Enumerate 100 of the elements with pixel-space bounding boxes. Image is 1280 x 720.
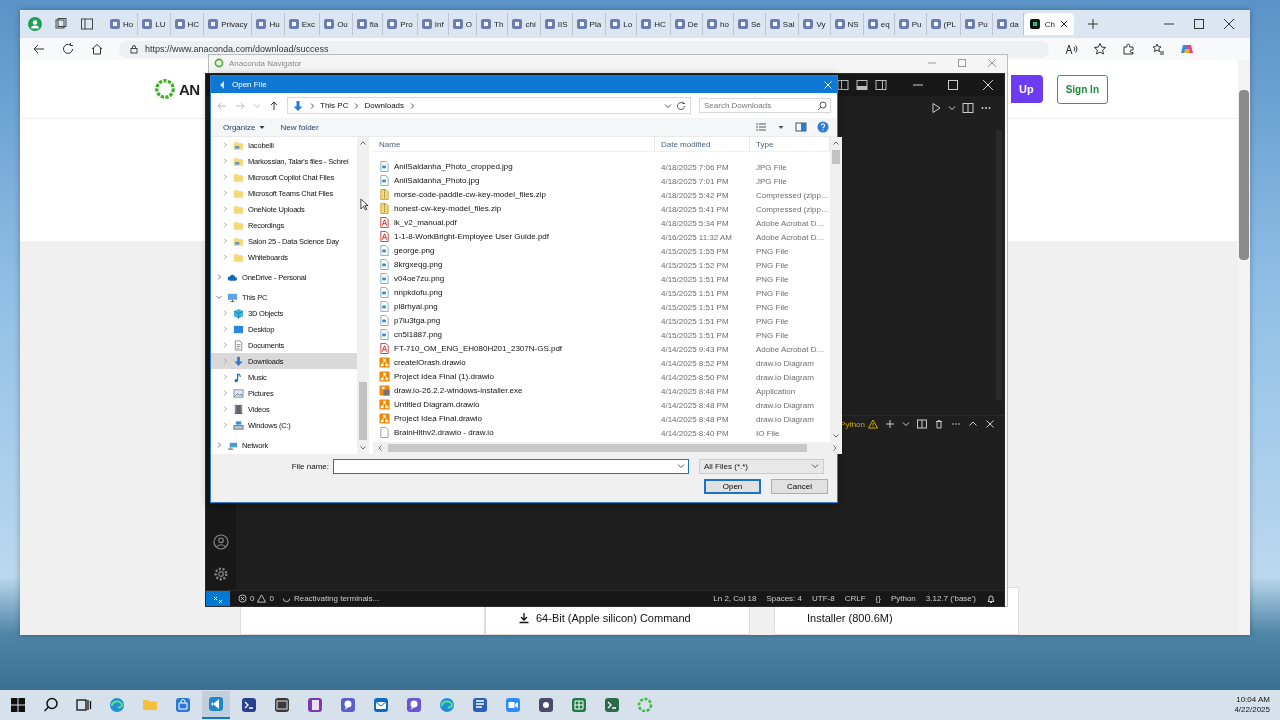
browser-tab[interactable]: Privacy <box>204 13 253 35</box>
sidebar-toggle-icon[interactable] <box>837 79 849 91</box>
file-name[interactable]: morse-code-paddle-cw-key-model_files.zip <box>379 188 547 200</box>
file-name[interactable]: george.png <box>379 244 435 256</box>
secondary-sidebar-icon[interactable] <box>875 79 887 91</box>
status-item[interactable]: Spaces: 4 <box>766 594 802 603</box>
status-item[interactable]: CRLF <box>844 594 866 603</box>
scroll-down-icon[interactable] <box>359 444 367 452</box>
scrollbar-thumb[interactable] <box>1239 90 1249 260</box>
clock-time[interactable]: 10:04 AM <box>1236 695 1270 705</box>
breadcrumb-chevron-icon[interactable] <box>352 101 361 110</box>
browser-tab[interactable]: Lo <box>606 13 638 35</box>
bell-icon[interactable] <box>986 593 996 604</box>
file-name-field[interactable] <box>333 458 689 474</box>
browser-tab[interactable]: NS <box>830 13 864 35</box>
preview-pane-icon[interactable] <box>795 121 807 133</box>
file-name[interactable]: p7lu3tga.png <box>379 314 441 326</box>
browser-tab[interactable]: chi <box>508 13 541 35</box>
browser-tab[interactable]: eq <box>863 13 895 35</box>
breadcrumb[interactable]: This PC <box>320 101 349 110</box>
browser-tab[interactable]: (PL <box>926 13 961 35</box>
clock-date[interactable]: 4/22/2025 <box>1234 705 1270 715</box>
browser-tab[interactable]: Sal <box>765 13 800 35</box>
file-name[interactable]: draw.io-26.2.2-windows-installer.exe <box>379 384 523 396</box>
scrollbar-thumb[interactable] <box>359 382 367 440</box>
status-item[interactable]: Python <box>890 594 916 603</box>
chevron-down-icon[interactable] <box>677 462 685 470</box>
status-item[interactable]: 3.12.7 ('base') <box>925 594 976 603</box>
up-arrow-icon[interactable] <box>269 100 279 111</box>
browser-tab[interactable]: Ch <box>1023 13 1075 35</box>
browser-tab[interactable]: IIS <box>540 13 573 35</box>
breadcrumb[interactable]: Downloads <box>364 101 405 110</box>
extensions-icon[interactable] <box>1122 42 1136 56</box>
column-header[interactable]: Date modified <box>655 137 750 151</box>
breadcrumb-chevron-icon[interactable] <box>408 101 417 110</box>
browser-tab[interactable]: Inf <box>417 13 449 35</box>
start-grid-icon[interactable] <box>10 697 26 713</box>
vertical-scrollbar[interactable] <box>357 137 369 454</box>
browser-tab[interactable]: Hu <box>252 13 285 35</box>
run-icon[interactable] <box>930 102 942 114</box>
favorite-star-icon[interactable] <box>1093 42 1107 56</box>
browser-tab[interactable]: Pro <box>383 13 418 35</box>
search-icon[interactable] <box>43 697 59 713</box>
status-item[interactable]: UTF-8 <box>812 594 835 603</box>
help-icon[interactable] <box>817 121 829 133</box>
browser-tab[interactable]: Ou <box>320 13 353 35</box>
back-arrow-icon[interactable] <box>32 42 46 56</box>
file-name[interactable]: Project Idea Final.drawio <box>379 412 483 424</box>
scroll-left-icon[interactable] <box>376 444 384 452</box>
file-name[interactable]: Untitled Diagram.drawio <box>379 398 480 410</box>
browser-tab[interactable]: Pu <box>961 13 993 35</box>
home-icon[interactable] <box>90 42 104 56</box>
taskbar-button[interactable] <box>202 691 230 719</box>
file-name[interactable]: createlOrash.drawio <box>379 356 466 368</box>
scroll-down-icon[interactable] <box>832 432 840 440</box>
browser-tab[interactable]: De <box>670 13 704 35</box>
file-name[interactable]: 8krgxeqg.png <box>379 258 443 270</box>
scrollbar-thumb[interactable] <box>388 444 807 452</box>
close-icon[interactable] <box>1222 17 1236 31</box>
open-button[interactable]: Open <box>704 479 761 494</box>
search-field[interactable]: Search Downloads <box>699 98 831 113</box>
refresh-icon[interactable] <box>61 42 75 56</box>
browser-tab[interactable]: HC <box>170 13 205 35</box>
path-bar[interactable]: This PC Downloads <box>287 97 691 114</box>
status-message[interactable]: Reactivating terminals... <box>281 594 380 603</box>
sign-in-button[interactable]: Sign In <box>1056 74 1108 104</box>
organize-button[interactable]: Organize <box>221 122 269 132</box>
caret-icon[interactable] <box>777 123 785 131</box>
file-name[interactable]: v04oe7zu.png <box>379 272 445 284</box>
maximize-icon[interactable] <box>947 79 959 91</box>
scroll-up-icon[interactable] <box>832 139 840 147</box>
task-view-icon[interactable] <box>76 697 92 713</box>
page-scrollbar[interactable] <box>1238 60 1250 635</box>
file-name[interactable]: ik_v2_manual.pdf <box>379 216 457 228</box>
favorites-icon[interactable] <box>1151 42 1165 56</box>
browser-tab[interactable]: O <box>448 13 478 35</box>
refresh-icon[interactable] <box>676 100 686 111</box>
file-name[interactable]: Project Idea Final (1).drawio <box>379 370 495 382</box>
horizontal-scrollbar[interactable] <box>373 442 842 454</box>
profile-icon[interactable] <box>28 17 42 31</box>
close-icon[interactable] <box>1060 20 1069 28</box>
scroll-right-icon[interactable] <box>831 444 839 452</box>
split-terminal-icon[interactable] <box>917 419 927 429</box>
problems-status[interactable]: 0 0 <box>238 594 274 603</box>
file-name[interactable]: AnilSaldanha_Photo_cropped.jpg <box>379 160 513 172</box>
scroll-up-icon[interactable] <box>359 139 367 147</box>
read-aloud-icon[interactable] <box>1064 42 1078 56</box>
file-name[interactable]: FT-710_OM_ENG_EH080H201_2307N-GS.pdf <box>379 342 563 354</box>
browser-tab[interactable]: fia <box>352 13 384 35</box>
browser-tab[interactable]: Pla <box>572 13 607 35</box>
browser-tab[interactable]: Vy <box>799 13 831 35</box>
assistant-icon[interactable] <box>1180 42 1194 56</box>
tab-actions-icon[interactable] <box>80 17 94 31</box>
browser-tab[interactable]: LU <box>138 13 171 35</box>
download-link[interactable]: 64-Bit (Apple silicon) Command <box>518 612 691 624</box>
browser-tab[interactable]: Exc <box>284 13 321 35</box>
file-name[interactable]: BrainHlthv2.drawio - draw.io <box>379 426 494 438</box>
sign-up-button[interactable]: Up <box>1010 75 1043 103</box>
column-header[interactable]: Name <box>373 137 655 151</box>
new-tab-icon[interactable] <box>1086 17 1100 31</box>
